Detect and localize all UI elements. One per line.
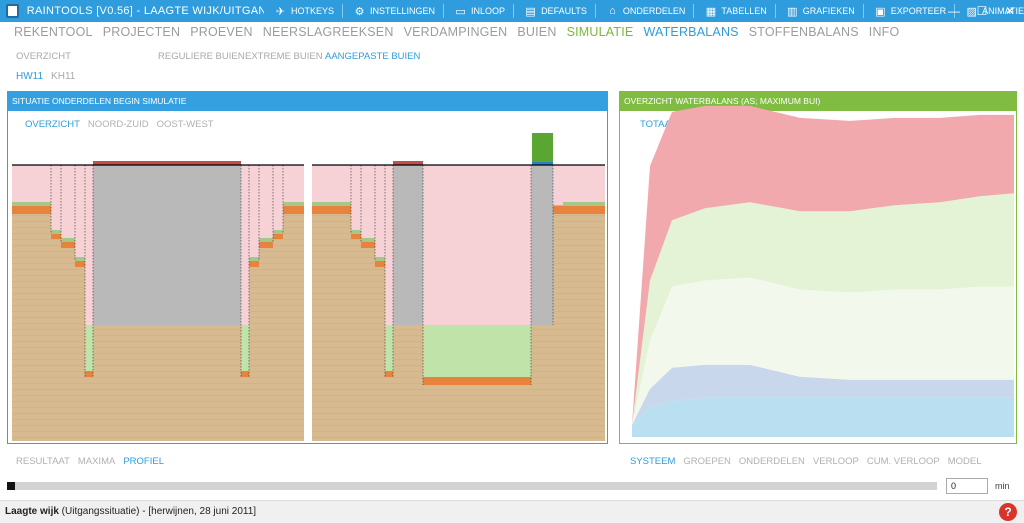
left-view-tab-maxima[interactable]: MAXIMA [78,456,115,467]
table-icon: ▦ [705,5,717,18]
right-view-tab-model[interactable]: MODEL [948,456,982,467]
section-1 [12,161,304,441]
toolbar-tabellen-button[interactable]: ▦ TABELLEN [704,5,767,18]
folder-open-icon: ▭ [455,5,466,18]
status-text: Laagte wijk (Uitgangssituatie) - [herwij… [5,506,256,517]
right-view-tab-onderdelen[interactable]: ONDERDELEN [739,456,805,467]
help-button[interactable]: ? [999,503,1017,521]
status-bar: Laagte wijk (Uitgangssituatie) - [herwij… [0,500,1024,523]
toolbar-separator [693,4,695,18]
status-details: (Uitgangssituatie) - [herwijnen, 28 juni… [58,506,257,517]
time-slider-handle[interactable] [7,482,15,490]
left-view-tabs: RESULTAAT MAXIMA PROFIEL [16,456,172,467]
toolbar-separator [774,4,776,18]
toolbar-separator [862,4,864,18]
right-view-tab-verloop[interactable]: VERLOOP [813,456,859,467]
right-view-tab-cum-verloop[interactable]: CUM. VERLOOP [867,456,940,467]
maximize-button[interactable]: ☐ [968,0,996,22]
submenu-item-reguliere-buien[interactable]: REGULIERE BUIEN [158,51,245,62]
time-input[interactable]: 0 [946,478,988,494]
toolbar-label: DEFAULTS [541,6,587,16]
save-icon: ▣ [875,5,886,18]
gear-icon: ⚙ [354,5,365,18]
house-icon: ⌂ [609,5,616,17]
defaults-icon: ▤ [525,5,536,18]
subsub-item-hw11[interactable]: HW11 [16,71,43,82]
minimize-button[interactable]: — [940,0,968,22]
time-unit-label: min [995,481,1010,491]
app-logo-icon [6,4,19,18]
balance-series-0 [632,397,1014,437]
menu-item-verdampingen[interactable]: VERDAMPINGEN [404,25,508,39]
toolbar-hotkeys-button[interactable]: ✈ HOTKEYS [274,5,335,18]
chart-icon: ▥ [787,5,798,18]
toolbar-label: INSTELLINGEN [370,6,436,16]
title-bar: RAINTOOLS [V0.56] - LAAGTE WIJK/UITGANGS… [0,0,1024,22]
submenu-item-aangepaste-buien[interactable]: AANGEPASTE BUIEN [325,51,420,62]
toolbar-separator [513,4,515,18]
toolbar-defaults-button[interactable]: ▤ DEFAULTS [524,5,587,18]
toolbar-grafieken-button[interactable]: ▥ GRAFIEKEN [786,5,855,18]
storage-block [93,165,241,325]
window-controls: — ☐ ✕ [940,0,1024,22]
water-balance-panel: OVERZICHT WATERBALANS (AS; MAXIMUM BUI) … [619,91,1017,444]
status-project-name: Laagte wijk [5,506,59,517]
menu-item-stoffenbalans[interactable]: STOFFENBALANS [749,25,859,39]
toolbar-label: GRAFIEKEN [802,6,855,16]
roof [93,161,241,165]
water-balance-chart [632,105,1014,437]
toolbar-label: HOTKEYS [291,6,335,16]
left-view-tab-profiel[interactable]: PROFIEL [123,456,164,467]
toolbar-onderdelen-button[interactable]: ⌂ ONDERDELEN [606,5,686,17]
toolbar-label: TABELLEN [721,6,767,16]
green-roof [532,133,553,163]
main-menu: REKENTOOL PROJECTEN PROEVEN NEERSLAGREEKSEN… [14,25,899,39]
submenu-item-overzicht[interactable]: OVERZICHT [16,51,71,62]
cross-section-panel: SITUATIE ONDERDELEN BEGIN SIMULATIE OVER… [7,91,608,444]
menu-item-buien[interactable]: BUIEN [517,25,556,39]
toolbar-separator [443,4,445,18]
time-slider[interactable] [7,482,937,490]
toolbar-instellingen-button[interactable]: ⚙ INSTELLINGEN [353,5,436,18]
menu-item-info[interactable]: INFO [869,25,900,39]
right-view-tab-groepen[interactable]: GROEPEN [683,456,731,467]
toolbar: ✈ HOTKEYS ⚙ INSTELLINGEN ▭ INLOOP ▤ DEFAULTS ⌂ ON… [264,4,1024,18]
window-title: RAINTOOLS [V0.56] - LAAGTE WIJK/UITGANGS… [26,5,264,17]
left-view-tab-resultaat[interactable]: RESULTAAT [16,456,70,467]
menu-item-neerslagreeksen[interactable]: NEERSLAGREEKSEN [263,25,394,39]
infiltration-water [423,325,531,377]
sub-sub-menu: HW11 KH11 [16,71,83,82]
toolbar-label: EXPORTEER [890,6,947,16]
right-view-tabs: SYSTEEM GROEPEN ONDERDELEN VERLOOP CUM. VERL… [630,456,990,467]
menu-item-proeven[interactable]: PROEVEN [190,25,253,39]
toolbar-separator [342,4,344,18]
toolbar-label: INLOOP [471,6,506,16]
hotkeys-icon: ✈ [275,5,286,18]
menu-item-rekentool[interactable]: REKENTOOL [14,25,93,39]
submenu-item-extreme-buien[interactable]: EXTREME BUIEN [245,51,323,62]
right-view-tab-systeem[interactable]: SYSTEEM [630,456,675,467]
subsub-item-kh11[interactable]: KH11 [51,71,75,82]
menu-item-simulatie[interactable]: SIMULATIE [567,25,634,39]
toolbar-label: ONDERDELEN [622,6,686,16]
menu-item-projecten[interactable]: PROJECTEN [103,25,181,39]
close-button[interactable]: ✕ [996,0,1024,22]
section-2 [312,133,605,441]
toolbar-inloop-button[interactable]: ▭ INLOOP [454,5,506,18]
menu-item-waterbalans[interactable]: WATERBALANS [643,25,738,39]
cross-section-drawing [12,133,605,441]
toolbar-exporteer-button[interactable]: ▣ EXPORTEER [874,5,947,18]
toolbar-separator [594,4,596,18]
